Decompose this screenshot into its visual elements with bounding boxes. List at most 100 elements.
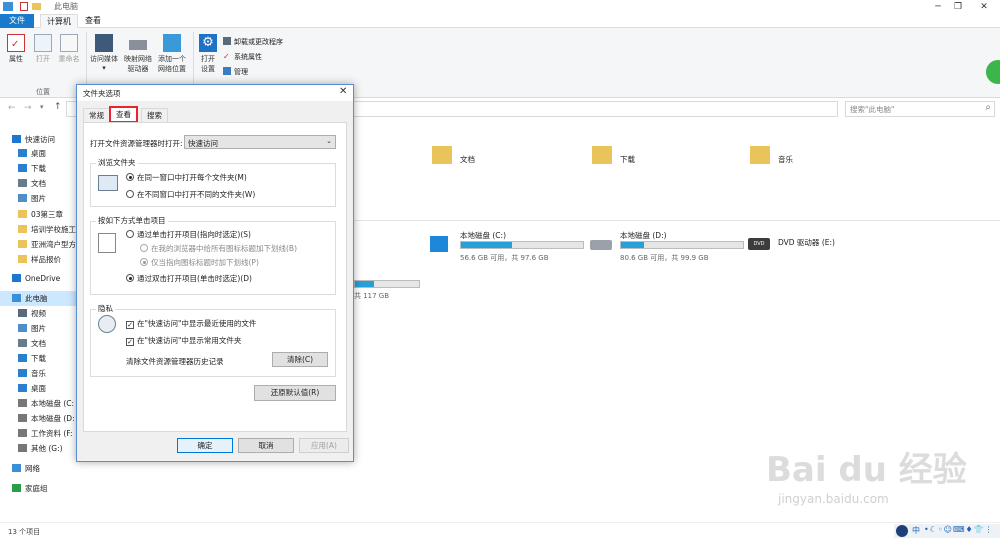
sidebar-item[interactable]: 本地磁盘 (D:	[0, 411, 80, 426]
checkbox-box: ✓	[126, 338, 134, 346]
drive-d[interactable]: 本地磁盘 (D:) 80.6 GB 可用，共 99.9 GB	[590, 230, 750, 268]
ime-logo-icon[interactable]	[896, 525, 908, 537]
ok-button[interactable]: 确定	[177, 438, 233, 453]
drive-usage-bar	[354, 280, 420, 288]
sidebar-item[interactable]: 网络	[0, 461, 80, 476]
chevron-down-icon: ▾	[102, 64, 106, 72]
drive-c[interactable]: 本地磁盘 (C:) 56.6 GB 可用，共 97.6 GB	[430, 230, 590, 268]
sidebar-item[interactable]: 视频	[0, 306, 80, 321]
access-media-button[interactable]: 访问媒体 ▾	[88, 34, 120, 72]
network-location-icon	[163, 34, 181, 52]
sidebar-item-label: 03第三章	[31, 210, 64, 219]
sidebar-item[interactable]: 快速访问	[0, 132, 80, 147]
sidebar-item-label: 此电脑	[25, 294, 48, 303]
radio-dot	[126, 173, 134, 181]
radio-underline-hover[interactable]: 仅当指向图标标题时加下划线(P)	[140, 257, 259, 268]
option-label: 仅当指向图标标题时加下划线(P)	[151, 258, 259, 267]
search-input[interactable]: 搜索"此电脑"	[850, 104, 894, 115]
sidebar-item-label: 快速访问	[25, 135, 55, 144]
search-box[interactable]: 搜索"此电脑" ⌕	[845, 101, 995, 117]
desktop-icon	[18, 149, 27, 157]
sidebar-item[interactable]: 图片	[0, 321, 80, 336]
folder-label: 文档	[460, 155, 475, 164]
uninstall-icon	[223, 37, 231, 45]
uninstall-button[interactable]: 卸载或更改程序	[223, 37, 283, 47]
manage-label: 管理	[234, 68, 248, 76]
sidebar-item-label: 下载	[31, 164, 46, 173]
radio-dot	[140, 258, 148, 266]
rename-button[interactable]: 重命名	[56, 34, 82, 64]
properties-quick-icon[interactable]	[20, 2, 28, 11]
tab-view[interactable]: 查看	[79, 14, 107, 28]
up-arrow-icon[interactable]: ↑	[54, 102, 62, 112]
clear-history-button[interactable]: 清除(C)	[272, 352, 328, 367]
sidebar-item[interactable]: 下载	[0, 351, 80, 366]
properties-button[interactable]: ✓ 属性	[4, 34, 28, 64]
recent-locations-icon[interactable]: ▾	[40, 103, 44, 111]
sidebar-item-label: 文档	[31, 339, 46, 348]
radio-single-click[interactable]: 通过单击打开项目(指向时选定)(S)	[126, 229, 251, 240]
sidebar-item[interactable]: 图片	[0, 191, 80, 206]
system-tray: 中 •☾◦☺⌨♦👕⋮	[894, 524, 1000, 538]
back-arrow-icon[interactable]: ←	[8, 103, 16, 113]
open-in-select[interactable]: 快速访问 ⌄	[184, 135, 336, 149]
sidebar-item[interactable]: 文档	[0, 336, 80, 351]
tab-general[interactable]: 常规	[83, 108, 110, 122]
sidebar-item[interactable]: OneDrive	[0, 271, 80, 286]
maximize-button[interactable]: ❐	[944, 0, 972, 14]
tab-view[interactable]: 查看	[109, 106, 138, 123]
sidebar-item[interactable]: 桌面	[0, 146, 80, 161]
radio-double-click[interactable]: 通过双击打开项目(单击时选定)(D)	[126, 273, 252, 284]
system-properties-button[interactable]: ✓ 系统属性	[223, 52, 262, 62]
document-icon	[18, 339, 27, 347]
option-label: 在同一窗口中打开每个文件夹(M)	[137, 173, 247, 182]
search-icon: ⌕	[985, 102, 991, 113]
sidebar-item[interactable]: 家庭组	[0, 481, 80, 496]
sidebar-item[interactable]: 工作资料 (F:	[0, 426, 80, 441]
cancel-button[interactable]: 取消	[238, 438, 294, 453]
tray-icons[interactable]: •☾◦☺⌨♦👕⋮	[924, 525, 994, 534]
radio-browse-new-window[interactable]: 在不同窗口中打开不同的文件夹(W)	[126, 189, 255, 200]
manage-button[interactable]: 管理	[223, 67, 248, 77]
folder-music[interactable]: 音乐	[750, 146, 850, 176]
checkbox-frequent-folders[interactable]: ✓ 在"快速访问"中显示常用文件夹	[126, 335, 241, 346]
sidebar-item[interactable]: 本地磁盘 (C:	[0, 396, 80, 411]
sidebar-item[interactable]: 其他 (G:)	[0, 441, 80, 456]
drive-capacity-text: 共 117 GB	[354, 292, 390, 300]
tab-search[interactable]: 搜索	[141, 108, 168, 122]
drive-dvd[interactable]: DVD DVD 驱动器 (E:)	[748, 230, 908, 268]
forward-arrow-icon[interactable]: →	[24, 103, 32, 113]
restore-defaults-button[interactable]: 还原默认值(R)	[254, 385, 336, 401]
sidebar-item[interactable]: 样品报价	[0, 252, 80, 267]
radio-underline-all[interactable]: 在我的浏览器中给所有图标标题加下划线(B)	[140, 243, 297, 254]
checkbox-recent-files[interactable]: ✓ 在"快速访问"中显示最近使用的文件	[126, 318, 256, 329]
add-network-location-button[interactable]: 添加一个 网络位置	[156, 34, 188, 74]
map-drive-button[interactable]: 映射网络 驱动器	[122, 34, 154, 74]
open-settings-button[interactable]: ⚙ 打开 设置	[196, 34, 220, 74]
computer-icon	[12, 294, 21, 302]
apply-button[interactable]: 应用(A)	[299, 438, 349, 453]
radio-browse-same-window[interactable]: 在同一窗口中打开每个文件夹(M)	[126, 172, 247, 183]
homegroup-icon	[12, 484, 21, 492]
download-icon	[18, 354, 27, 362]
folder-quick-icon[interactable]	[32, 3, 41, 10]
dialog-close-icon[interactable]: ✕	[339, 86, 347, 97]
chevron-down-icon: ⌄	[326, 137, 332, 145]
tab-computer[interactable]: 计算机	[40, 14, 78, 28]
sidebar-item[interactable]: 音乐	[0, 366, 80, 381]
dialog-title-bar: 文件夹选项 ✕	[77, 85, 353, 101]
sidebar-item[interactable]: 亚洲湾户型方	[0, 237, 80, 252]
sidebar-item-label: 图片	[31, 324, 46, 333]
sidebar-item[interactable]: 文档	[0, 176, 80, 191]
sidebar-item[interactable]: 桌面	[0, 381, 80, 396]
sidebar-item[interactable]: 03第三章	[0, 207, 80, 222]
folder-documents[interactable]: 文档	[432, 146, 532, 176]
ime-language[interactable]: 中	[912, 525, 920, 536]
close-window-button[interactable]: ✕	[970, 0, 998, 14]
tab-file[interactable]: 文件	[0, 14, 34, 28]
open-button[interactable]: 打开	[31, 34, 55, 64]
sidebar-item[interactable]: 培训学校施工	[0, 222, 80, 237]
sidebar-item[interactable]: 此电脑	[0, 291, 80, 306]
sidebar-item[interactable]: 下载	[0, 161, 80, 176]
folder-downloads[interactable]: 下载	[592, 146, 692, 176]
